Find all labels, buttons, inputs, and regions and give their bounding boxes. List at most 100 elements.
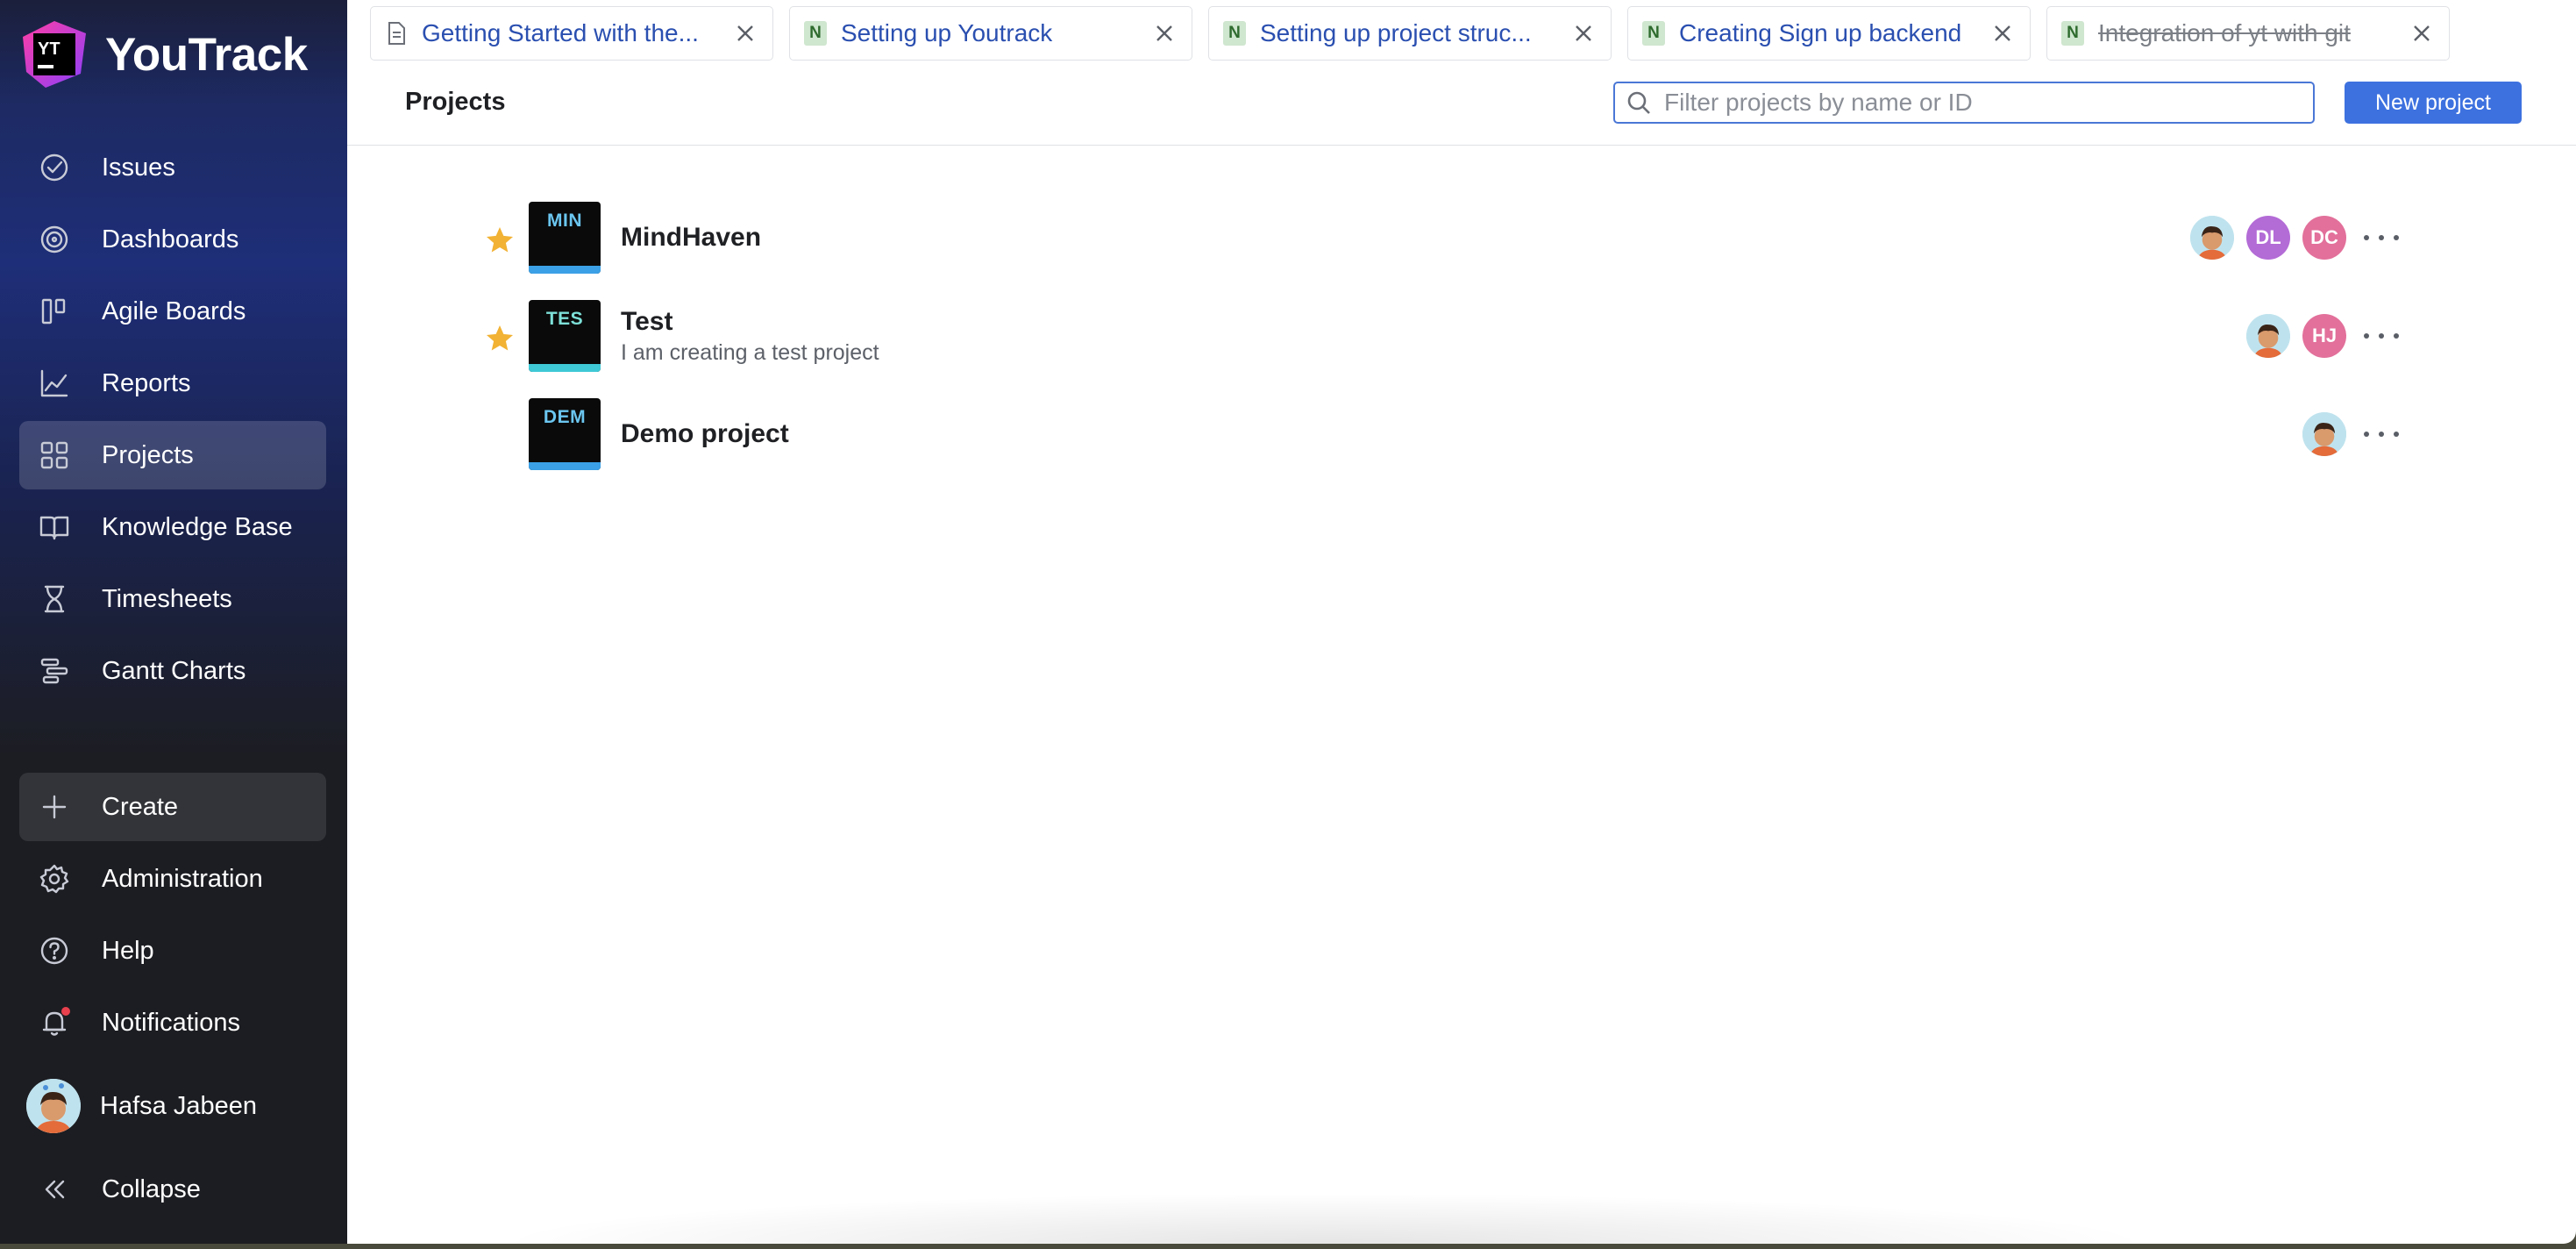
notification-dot: [61, 1007, 70, 1016]
project-members: HJ: [2234, 314, 2346, 360]
sidebar-item-administration[interactable]: Administration: [19, 845, 326, 913]
project-logo: MIN: [529, 202, 601, 274]
note-badge-icon: N: [2061, 21, 2084, 46]
sidebar-item-timesheets[interactable]: Timesheets: [19, 565, 326, 633]
project-row-test[interactable]: TES Test I am creating a test project HJ: [347, 300, 2576, 381]
user-name: Hafsa Jabeen: [100, 1091, 257, 1120]
projects-grid-icon: [37, 438, 72, 473]
close-icon[interactable]: [2409, 20, 2435, 46]
tab-label: Creating Sign up backend: [1679, 19, 1962, 46]
sidebar-item-label: Notifications: [102, 1008, 240, 1037]
sidebar-item-issues[interactable]: Issues: [19, 133, 326, 202]
tab-label: Integration of yt with git: [2098, 19, 2351, 46]
sidebar-item-label: Timesheets: [102, 584, 232, 613]
tab-setting-up-youtrack[interactable]: N Setting up Youtrack: [789, 6, 1192, 61]
project-row-demo[interactable]: DEM Demo project: [347, 398, 2576, 479]
sidebar: YT YouTrack Issues Dashboards Agile Boar…: [0, 0, 347, 1244]
app-name: YouTrack: [105, 28, 308, 81]
project-code: MIN: [547, 211, 582, 231]
avatar-initials[interactable]: HJ: [2302, 314, 2346, 358]
sidebar-item-label: Projects: [102, 440, 194, 469]
close-icon[interactable]: [1989, 20, 2016, 46]
tab-setting-up-project-structure[interactable]: N Setting up project struc...: [1208, 6, 1612, 61]
gantt-icon: [37, 653, 72, 689]
tab-label: Setting up Youtrack: [841, 19, 1053, 46]
user-profile[interactable]: Hafsa Jabeen: [19, 1072, 326, 1140]
sidebar-item-label: Dashboards: [102, 225, 239, 253]
project-code: TES: [545, 309, 584, 329]
project-name[interactable]: Test: [621, 307, 672, 337]
project-name[interactable]: MindHaven: [621, 223, 761, 253]
hourglass-icon: [37, 582, 72, 617]
tab-getting-started[interactable]: Getting Started with the...: [370, 6, 773, 61]
star-icon[interactable]: [484, 225, 516, 256]
project-description: I am creating a test project: [621, 340, 879, 365]
dashboard-icon: [37, 222, 72, 257]
sidebar-item-projects[interactable]: Projects: [19, 421, 326, 489]
tab-creating-sign-up-backend[interactable]: N Creating Sign up backend: [1627, 6, 2031, 61]
new-project-button[interactable]: New project: [2345, 82, 2522, 124]
collapse-button[interactable]: Collapse: [19, 1155, 326, 1224]
avatar[interactable]: [2302, 412, 2346, 456]
plus-icon: [37, 789, 72, 824]
sidebar-item-gantt-charts[interactable]: Gantt Charts: [19, 637, 326, 705]
sidebar-item-label: Issues: [102, 153, 175, 182]
search-icon: [1627, 91, 1650, 114]
note-badge-icon: N: [1642, 21, 1665, 46]
avatar-initials[interactable]: DC: [2302, 216, 2346, 260]
gear-icon: [37, 861, 72, 896]
more-options-button[interactable]: [2364, 421, 2399, 447]
project-code: DEM: [543, 407, 587, 427]
sidebar-item-label: Knowledge Base: [102, 512, 293, 541]
page-title: Projects: [405, 88, 506, 116]
youtrack-logo[interactable]: YT YouTrack: [19, 19, 308, 89]
create-button[interactable]: Create: [19, 773, 326, 841]
page-header: Projects New project: [347, 68, 2576, 146]
project-name[interactable]: Demo project: [621, 419, 789, 449]
sidebar-item-label: Administration: [102, 864, 263, 893]
project-logo: DEM: [529, 398, 601, 470]
help-icon: [37, 933, 72, 968]
sidebar-item-agile-boards[interactable]: Agile Boards: [19, 277, 326, 346]
star-icon[interactable]: [484, 323, 516, 354]
sidebar-item-reports[interactable]: Reports: [19, 349, 326, 418]
tab-label: Getting Started with the...: [422, 19, 699, 46]
open-tabs-bar: Getting Started with the... N Setting up…: [347, 0, 2576, 68]
sidebar-item-notifications[interactable]: Notifications: [19, 988, 326, 1057]
avatar[interactable]: [2246, 314, 2290, 358]
youtrack-logo-icon: YT: [19, 19, 89, 89]
sidebar-item-knowledge-base[interactable]: Knowledge Base: [19, 493, 326, 561]
app-window: YT YouTrack Issues Dashboards Agile Boar…: [0, 0, 2576, 1244]
document-icon: [385, 21, 408, 46]
double-chevron-left-icon: [37, 1172, 72, 1207]
avatar-initials[interactable]: DL: [2246, 216, 2290, 260]
avatar[interactable]: [2190, 216, 2234, 260]
search-input[interactable]: [1662, 88, 2297, 118]
more-options-button[interactable]: [2364, 323, 2399, 349]
tab-integration-of-yt-with-git[interactable]: N Integration of yt with git: [2046, 6, 2450, 61]
project-members: DL DC: [2178, 216, 2346, 261]
sidebar-item-help[interactable]: Help: [19, 917, 326, 985]
project-members: [2290, 412, 2346, 458]
sidebar-item-label: Help: [102, 936, 154, 965]
close-icon[interactable]: [1570, 20, 1597, 46]
note-badge-icon: N: [804, 21, 827, 46]
bottom-shadow: [491, 1193, 2157, 1244]
collapse-label: Collapse: [102, 1174, 201, 1203]
more-options-button[interactable]: [2364, 225, 2399, 251]
project-logo: TES: [529, 300, 601, 372]
svg-text:YT: YT: [38, 39, 60, 59]
note-badge-icon: N: [1223, 21, 1246, 46]
create-label: Create: [102, 792, 179, 821]
sidebar-item-dashboards[interactable]: Dashboards: [19, 205, 326, 274]
sidebar-item-label: Agile Boards: [102, 296, 246, 325]
book-icon: [37, 510, 72, 545]
close-icon[interactable]: [732, 20, 758, 46]
reports-chart-icon: [37, 366, 72, 401]
close-icon[interactable]: [1151, 20, 1178, 46]
project-filter[interactable]: [1613, 82, 2315, 124]
agile-board-icon: [37, 294, 72, 329]
issues-check-icon: [37, 150, 72, 185]
project-row-mindhaven[interactable]: MIN MindHaven DL DC: [347, 202, 2576, 282]
sidebar-item-label: Gantt Charts: [102, 656, 246, 685]
